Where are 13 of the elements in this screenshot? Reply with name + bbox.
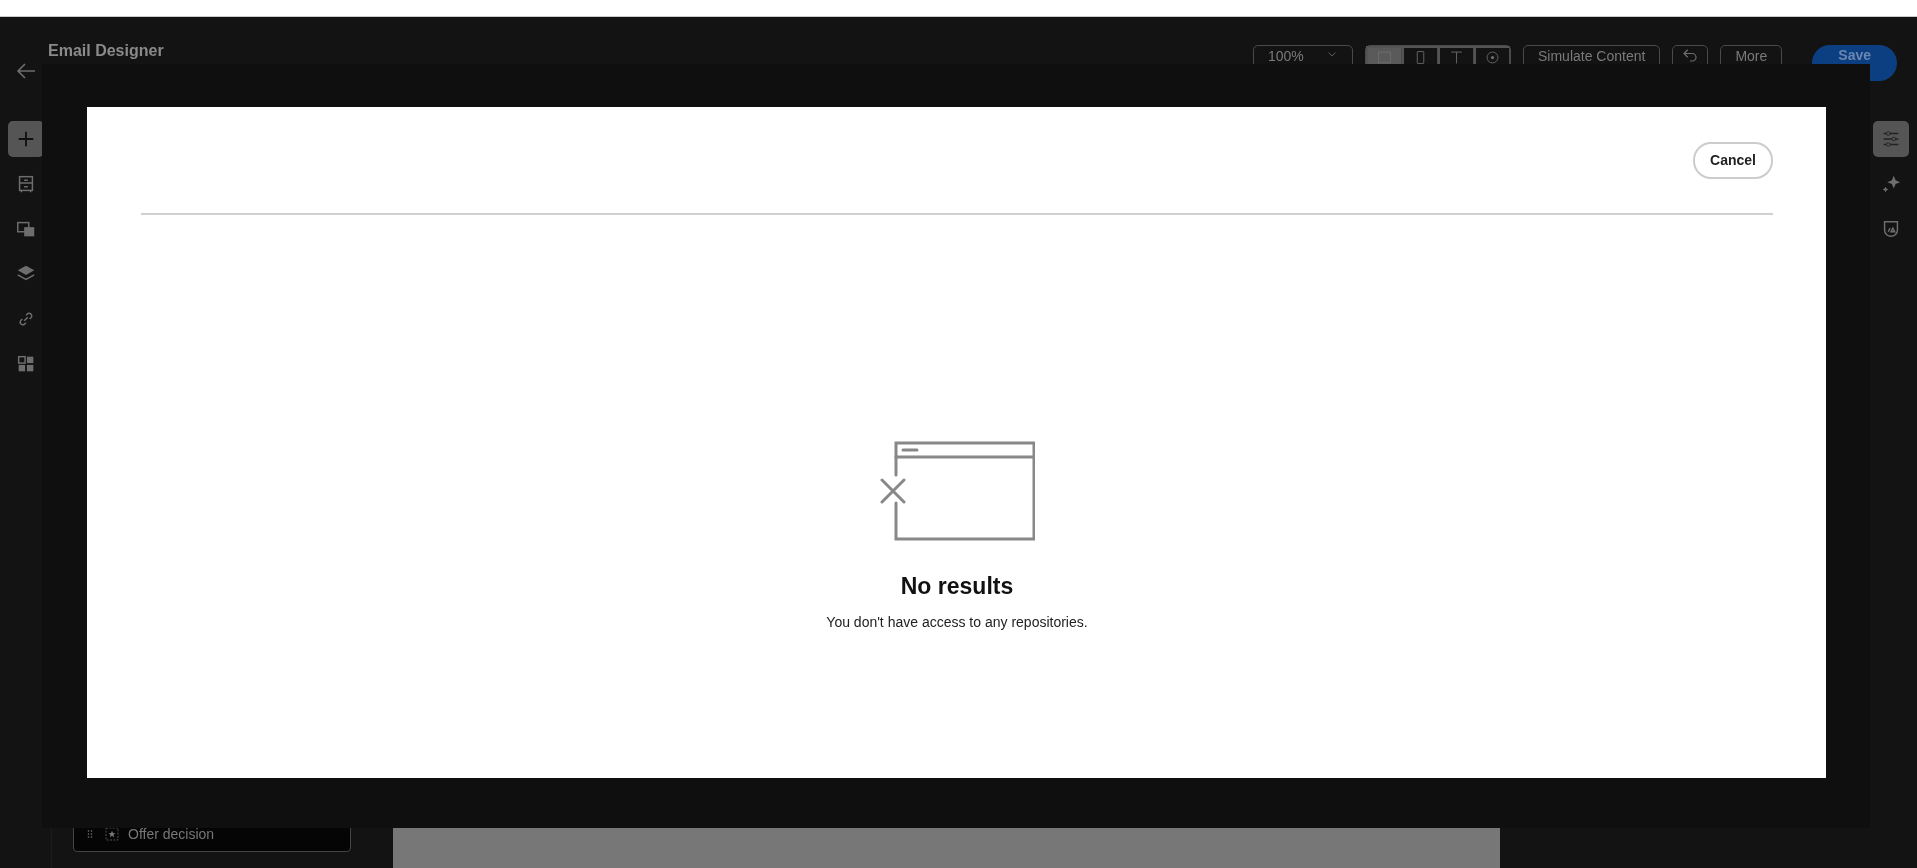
empty-state-title: No results — [900, 572, 1014, 601]
cancel-button[interactable]: Cancel — [1693, 141, 1773, 179]
star-box-icon — [104, 826, 120, 842]
sparkle-icon — [1880, 173, 1902, 195]
undo-icon — [1681, 46, 1700, 64]
mobile-view-icon — [1414, 51, 1427, 64]
text-view-icon — [1450, 51, 1463, 64]
desktop-view-icon — [1378, 51, 1391, 64]
preview-icon — [1486, 51, 1499, 64]
sliders-tool[interactable] — [1873, 121, 1909, 157]
app-title: Email Designer — [48, 41, 164, 61]
empty-state-message: You don't have access to any repositories. — [826, 612, 1088, 632]
add-tool[interactable] — [7, 121, 44, 157]
